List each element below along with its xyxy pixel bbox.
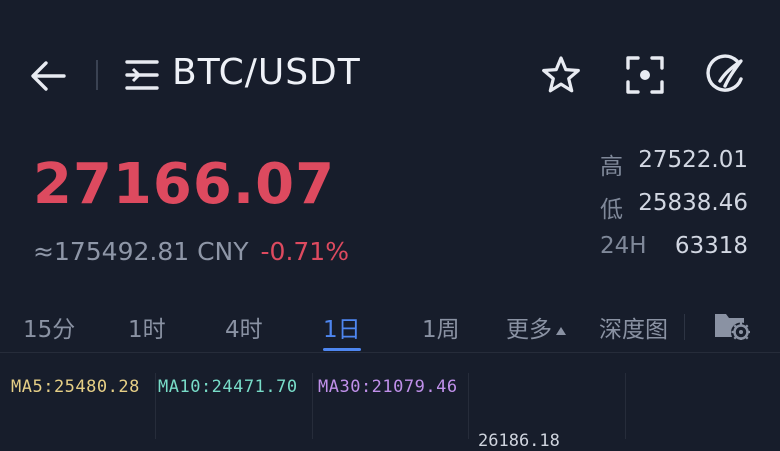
chart-settings-icon[interactable] — [712, 308, 750, 340]
chart-gridline — [312, 373, 313, 439]
kline-chart-area[interactable]: MA5:25480.28 MA10:24471.70 MA30:21079.46… — [0, 352, 780, 451]
stats-panel: 高 27522.01 低 25838.46 24H 63318 — [598, 147, 750, 276]
top-bar: BTC/USDT — [0, 40, 780, 110]
ma5-indicator: MA5:25480.28 — [11, 377, 140, 397]
tab-more[interactable]: 更多 — [506, 310, 566, 344]
interval-tabs: 15分 1时 4时 1日 1周 更多 深度图 — [0, 302, 780, 352]
caret-up-icon — [556, 326, 566, 335]
cny-price: ≈175492.81 CNY — [33, 237, 249, 266]
chart-gridline — [155, 373, 156, 439]
pair-title[interactable]: BTC/USDT — [172, 52, 361, 93]
active-tab-indicator — [323, 348, 361, 351]
chart-price-label: 26186.18 — [478, 431, 560, 451]
chart-gridline — [468, 373, 469, 439]
tab-1h[interactable]: 1时 — [128, 310, 166, 344]
stat-label: 低 — [600, 197, 623, 223]
ma10-indicator: MA10:24471.70 — [158, 377, 298, 397]
tab-separator — [684, 314, 685, 340]
stat-value: 63318 — [674, 233, 748, 259]
stat-row-volume: 24H 63318 — [598, 233, 750, 276]
stat-row-low: 低 25838.46 — [598, 190, 750, 233]
tab-1w[interactable]: 1周 — [422, 310, 460, 344]
stat-label: 高 — [600, 154, 623, 180]
tab-15m[interactable]: 15分 — [23, 310, 75, 344]
stat-row-high: 高 27522.01 — [598, 147, 750, 190]
tab-more-label: 更多 — [506, 317, 552, 343]
stat-value: 27522.01 — [638, 147, 748, 173]
menu-lines-icon[interactable] — [124, 58, 160, 92]
ma30-indicator: MA30:21079.46 — [318, 377, 458, 397]
star-icon[interactable] — [540, 54, 582, 96]
tab-depth[interactable]: 深度图 — [599, 310, 668, 344]
stat-value: 25838.46 — [638, 190, 748, 216]
tab-1d[interactable]: 1日 — [323, 310, 361, 344]
stat-label: 24H — [600, 233, 647, 259]
price-change: -0.71% — [260, 237, 349, 266]
last-price: 27166.07 — [33, 152, 336, 217]
price-subline: ≈175492.81 CNY -0.71% — [33, 237, 349, 266]
chart-gridline — [625, 373, 626, 439]
arrow-left-icon[interactable] — [28, 58, 68, 94]
header-divider — [96, 60, 98, 90]
refresh-icon[interactable] — [703, 53, 747, 97]
tab-4h[interactable]: 4时 — [225, 310, 263, 344]
scan-icon[interactable] — [624, 54, 666, 96]
